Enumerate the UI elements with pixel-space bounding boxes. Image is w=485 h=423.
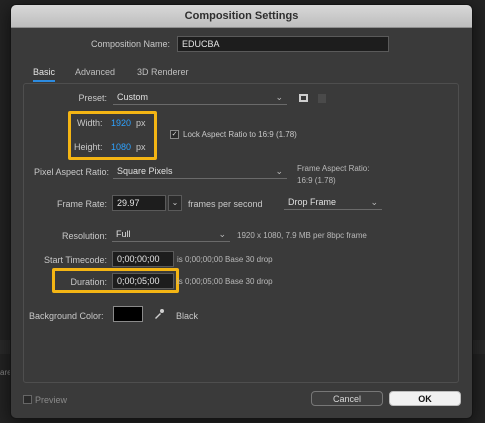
preview-label: Preview xyxy=(35,395,68,405)
tab-3d-renderer[interactable]: 3D Renderer xyxy=(137,67,189,77)
height-value[interactable]: 1080 xyxy=(111,142,131,152)
preview-checkbox[interactable] xyxy=(23,395,32,404)
comp-name-input[interactable]: EDUCBA xyxy=(177,36,389,52)
pixel-aspect-dropdown[interactable]: Square Pixels ⌄ xyxy=(113,164,287,179)
preset-value: Custom xyxy=(117,92,149,102)
start-timecode-input[interactable]: 0;00;00;00 xyxy=(112,251,174,267)
preset-dropdown[interactable]: Custom ⌄ xyxy=(113,90,287,105)
height-unit: px xyxy=(136,142,146,152)
background-color-swatch[interactable] xyxy=(113,306,143,322)
chevron-down-icon: ⌄ xyxy=(275,166,283,176)
dialog-title: Composition Settings xyxy=(11,5,472,28)
tab-basic[interactable]: Basic xyxy=(33,67,55,77)
lock-aspect-checkbox[interactable]: ✓ xyxy=(170,130,179,139)
frame-rate-unit: frames per second xyxy=(188,199,263,209)
duration-label: Duration: xyxy=(70,277,107,287)
chevron-down-icon: ⌄ xyxy=(218,229,226,239)
tab-advanced[interactable]: Advanced xyxy=(75,67,115,77)
chevron-down-icon: ⌄ xyxy=(275,92,283,102)
active-tab-indicator xyxy=(33,80,55,82)
width-label: Width: xyxy=(77,118,103,128)
width-unit: px xyxy=(136,118,146,128)
resolution-label: Resolution: xyxy=(61,231,107,241)
delete-preset-icon[interactable] xyxy=(316,92,328,104)
frame-rate-input[interactable]: 29.97 xyxy=(112,195,166,211)
composition-settings-dialog: Composition Settings Composition Name: E… xyxy=(10,4,473,419)
comp-name-label: Composition Name: xyxy=(91,39,171,49)
duration-info: is 0;00;05;00 Base 30 drop xyxy=(177,277,273,286)
lock-aspect-label: Lock Aspect Ratio to 16:9 (1.78) xyxy=(183,130,297,139)
frame-rate-stepper[interactable]: ⌄ xyxy=(168,195,182,211)
resolution-info: 1920 x 1080, 7.9 MB per 8bpc frame xyxy=(237,231,367,240)
cancel-button[interactable]: Cancel xyxy=(311,391,383,406)
resolution-value: Full xyxy=(116,229,131,239)
drop-frame-value: Drop Frame xyxy=(288,197,337,207)
pixel-aspect-value: Square Pixels xyxy=(117,166,173,176)
duration-input[interactable]: 0;00;05;00 xyxy=(112,273,174,289)
drop-frame-dropdown[interactable]: Drop Frame ⌄ xyxy=(284,195,382,210)
preset-label: Preset: xyxy=(78,93,107,103)
pixel-aspect-label: Pixel Aspect Ratio: xyxy=(33,167,109,177)
resolution-dropdown[interactable]: Full ⌄ xyxy=(112,227,230,242)
frame-aspect-value: 16:9 (1.78) xyxy=(297,176,336,185)
width-value[interactable]: 1920 xyxy=(111,118,131,128)
ok-button[interactable]: OK xyxy=(389,391,461,406)
background-color-label: Background Color: xyxy=(29,311,104,321)
height-label: Height: xyxy=(74,142,103,152)
start-timecode-label: Start Timecode: xyxy=(43,255,107,265)
chevron-down-icon: ⌄ xyxy=(370,197,378,207)
frame-rate-label: Frame Rate: xyxy=(56,199,107,209)
start-timecode-info: is 0;00;00;00 Base 30 drop xyxy=(177,255,273,264)
chevron-down-icon: ⌄ xyxy=(171,198,179,207)
save-preset-icon[interactable] xyxy=(298,92,310,104)
eyedropper-icon[interactable] xyxy=(153,308,165,320)
frame-aspect-label: Frame Aspect Ratio: xyxy=(297,164,370,173)
background-color-name: Black xyxy=(176,311,199,321)
